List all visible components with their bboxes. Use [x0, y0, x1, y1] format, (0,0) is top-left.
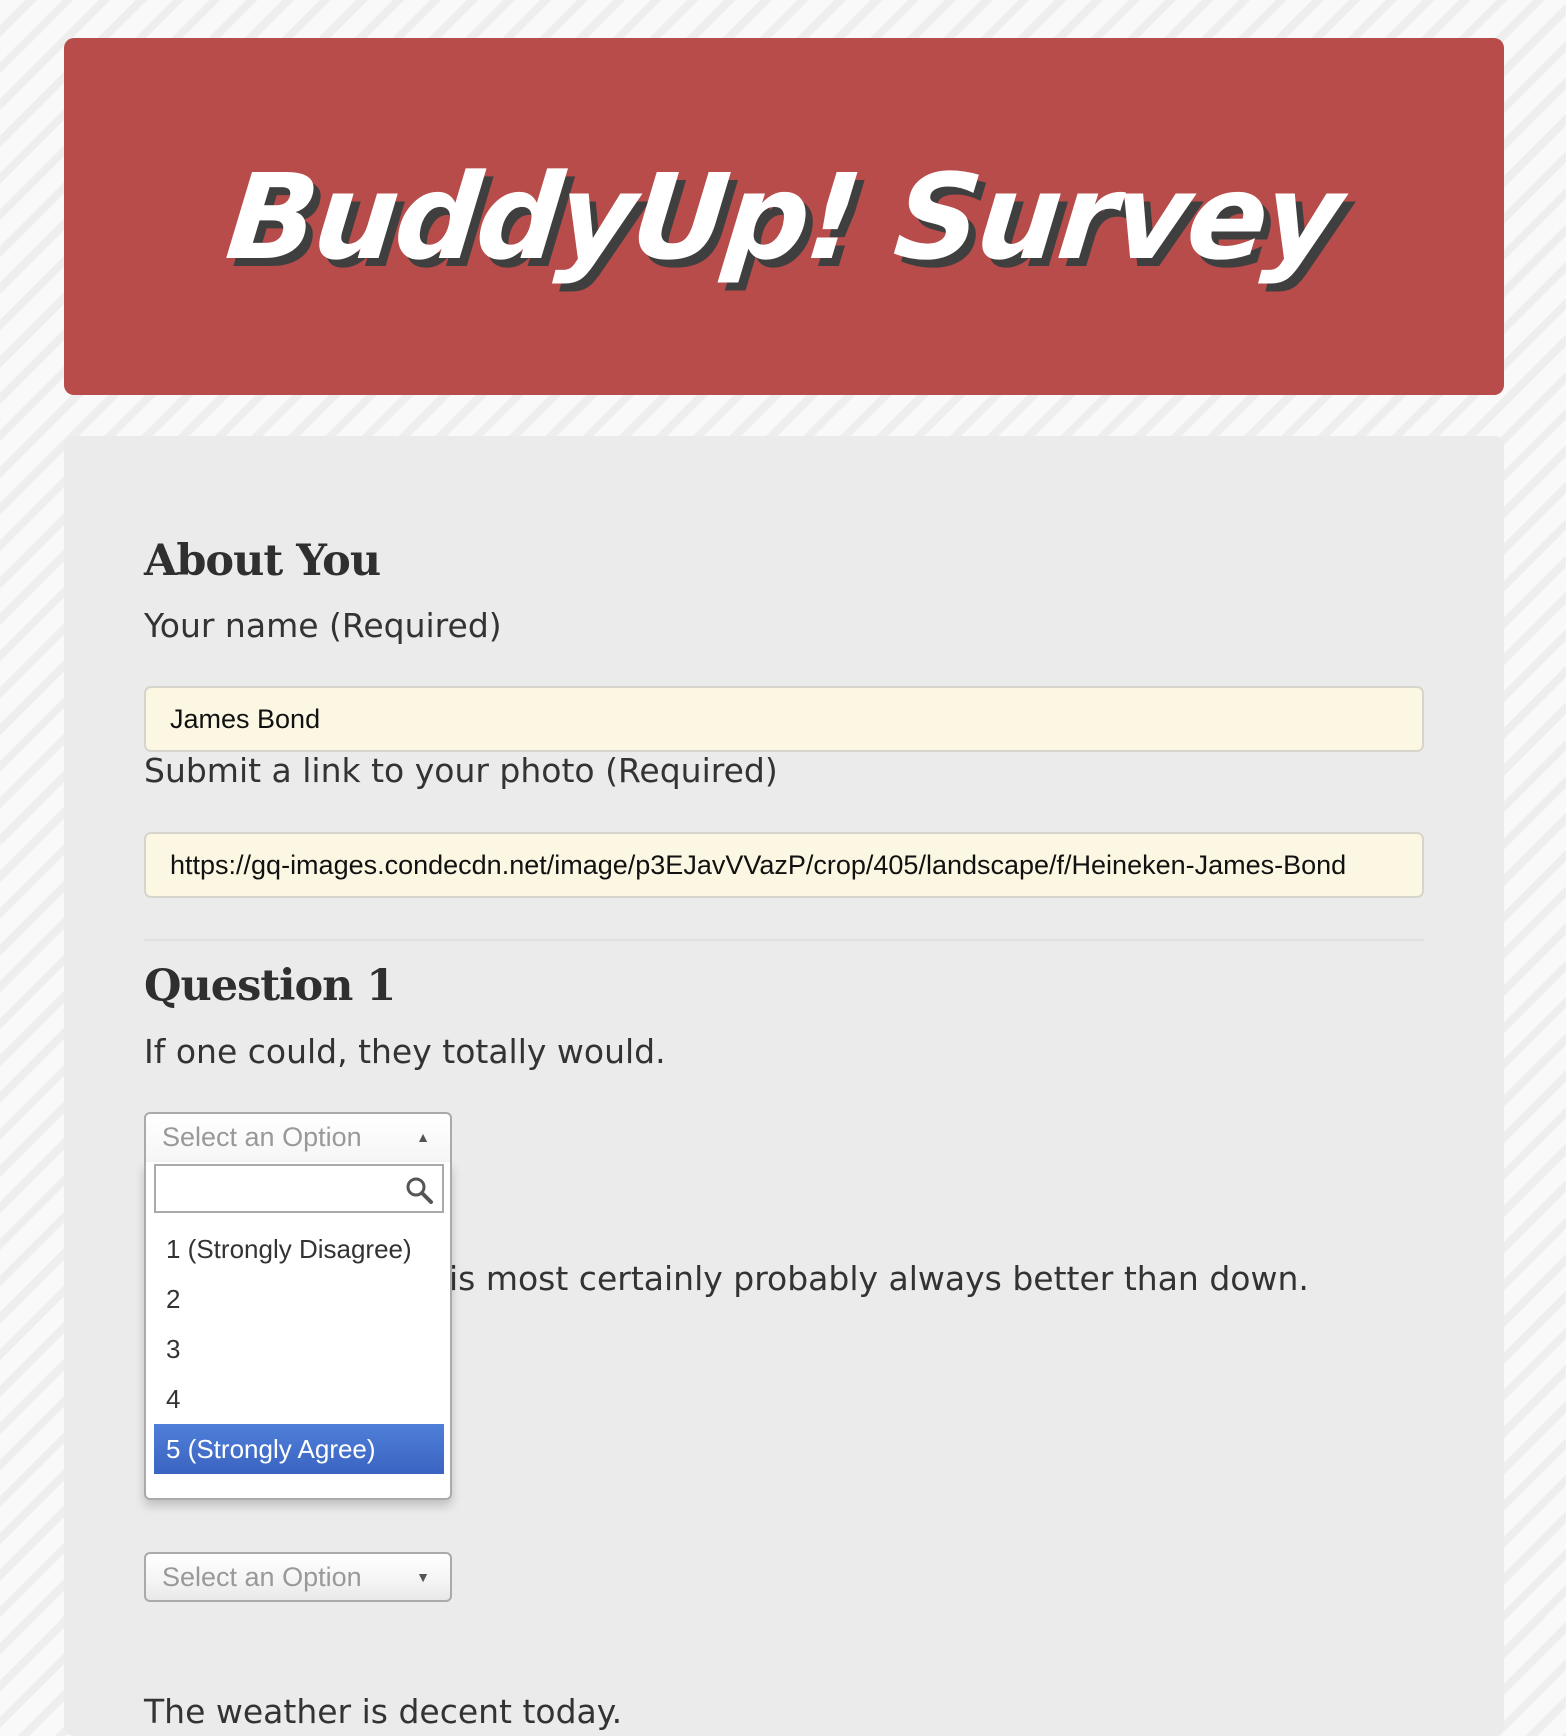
triangle-down-icon[interactable]: ▼ — [416, 1554, 430, 1600]
photo-link-input[interactable] — [144, 832, 1424, 898]
about-you-heading: About You — [144, 536, 381, 586]
option-3[interactable]: 3 — [154, 1324, 444, 1374]
section-divider — [144, 939, 1424, 941]
name-label: Your name (Required) — [144, 606, 502, 645]
survey-form-panel: About You Your name (Required) Submit a … — [64, 436, 1504, 1736]
dropdown-search-box[interactable] — [154, 1164, 444, 1213]
survey-header: BuddyUp! Survey — [64, 38, 1504, 395]
name-input[interactable] — [144, 686, 1424, 752]
question-1-dropdown: 1 (Strongly Disagree) 2 3 4 5 (Strongly … — [144, 1162, 452, 1500]
triangle-up-icon[interactable]: ▲ — [416, 1114, 430, 1160]
question-3-select-placeholder: Select an Option — [162, 1562, 362, 1592]
photo-link-label: Submit a link to your photo (Required) — [144, 751, 778, 790]
option-2[interactable]: 2 — [154, 1274, 444, 1324]
dropdown-search-input[interactable] — [156, 1166, 416, 1211]
survey-title: BuddyUp! Survey — [221, 147, 1347, 286]
question-1-heading: Question 1 — [144, 961, 396, 1011]
question-1-select-placeholder: Select an Option — [162, 1122, 362, 1152]
option-5-highlighted[interactable]: 5 (Strongly Agree) — [154, 1424, 444, 1474]
option-1[interactable]: 1 (Strongly Disagree) — [154, 1224, 444, 1274]
dropdown-options: 1 (Strongly Disagree) 2 3 4 5 (Strongly … — [154, 1224, 444, 1474]
search-icon — [406, 1177, 433, 1204]
question-3-select[interactable]: Select an Option ▼ — [144, 1552, 452, 1602]
question-1-select[interactable]: Select an Option ▲ — [144, 1112, 452, 1162]
question-3-prompt: The weather is decent today. — [144, 1692, 623, 1731]
question-1-prompt: If one could, they totally would. — [144, 1032, 666, 1071]
question-2-prompt-fragment: is most certainly probably always better… — [449, 1259, 1309, 1298]
option-4[interactable]: 4 — [154, 1374, 444, 1424]
